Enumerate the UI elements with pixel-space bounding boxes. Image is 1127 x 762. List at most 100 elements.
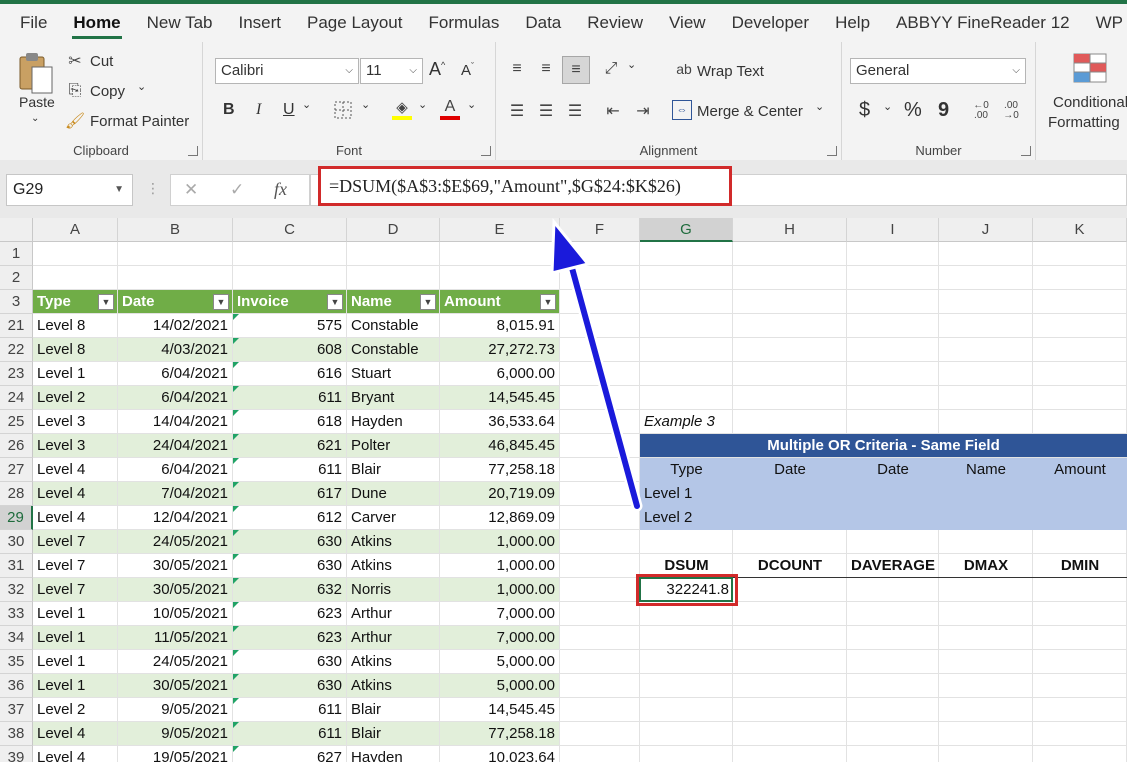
- table-cell[interactable]: 12,869.09: [440, 506, 559, 529]
- row-header-25[interactable]: 25: [0, 410, 33, 434]
- filter-dropdown-icon[interactable]: ▼: [213, 294, 229, 310]
- tab-home[interactable]: Home: [60, 4, 133, 42]
- table-cell[interactable]: 7/04/2021: [118, 482, 232, 505]
- select-all-corner[interactable]: [0, 218, 33, 242]
- table-cell[interactable]: Atkins: [347, 674, 439, 697]
- column-header-g[interactable]: G: [640, 218, 733, 242]
- insert-function-icon[interactable]: fx: [274, 179, 287, 200]
- table-cell[interactable]: 24/05/2021: [118, 650, 232, 673]
- bold-button[interactable]: B: [223, 101, 235, 119]
- table-cell[interactable]: Level 4: [33, 482, 117, 505]
- table-cell[interactable]: 11/05/2021: [118, 626, 232, 649]
- tab-review[interactable]: Review: [574, 4, 656, 42]
- increase-decimal-icon[interactable]: ←0.00: [969, 98, 993, 124]
- tab-abbyy[interactable]: ABBYY FineReader 12: [883, 4, 1083, 42]
- table-cell[interactable]: 575: [233, 314, 346, 337]
- table-cell[interactable]: 616: [233, 362, 346, 385]
- row-header-36[interactable]: 36: [0, 674, 33, 698]
- table-cell[interactable]: Stuart: [347, 362, 439, 385]
- table-cell[interactable]: 77,258.18: [440, 458, 559, 481]
- table-header-amount[interactable]: Amount ▼: [440, 290, 559, 313]
- table-cell[interactable]: Blair: [347, 698, 439, 721]
- table-cell[interactable]: Level 3: [33, 410, 117, 433]
- table-cell[interactable]: 4/03/2021: [118, 338, 232, 361]
- row-header-27[interactable]: 27: [0, 458, 33, 482]
- table-cell[interactable]: 7,000.00: [440, 602, 559, 625]
- table-cell[interactable]: 618: [233, 410, 346, 433]
- filter-dropdown-icon[interactable]: ▼: [327, 294, 343, 310]
- criteria-title[interactable]: Multiple OR Criteria - Same Field: [640, 434, 1127, 457]
- increase-indent-icon[interactable]: ⇥: [632, 100, 654, 122]
- row-header-28[interactable]: 28: [0, 482, 33, 506]
- table-cell[interactable]: Dune: [347, 482, 439, 505]
- currency-button[interactable]: $: [859, 99, 870, 122]
- table-cell[interactable]: 7,000.00: [440, 626, 559, 649]
- table-cell[interactable]: 24/04/2021: [118, 434, 232, 457]
- row-header-39[interactable]: 39: [0, 746, 33, 762]
- italic-button[interactable]: I: [256, 101, 261, 119]
- table-cell[interactable]: Level 1: [33, 626, 117, 649]
- orientation-icon[interactable]: ⤢: [599, 58, 623, 80]
- align-center-icon[interactable]: ☰: [535, 100, 557, 122]
- merge-dropdown-icon[interactable]: ⌄: [815, 100, 824, 113]
- column-header-h[interactable]: H: [733, 218, 847, 242]
- table-cell[interactable]: 627: [233, 746, 346, 762]
- table-header-type[interactable]: Type ▼: [33, 290, 117, 313]
- font-size-combo[interactable]: 11 ⌵: [360, 58, 423, 84]
- table-cell[interactable]: Level 1: [33, 362, 117, 385]
- row-header-32[interactable]: 32: [0, 578, 33, 602]
- table-cell[interactable]: 36,533.64: [440, 410, 559, 433]
- column-header-e[interactable]: E: [440, 218, 560, 242]
- table-cell[interactable]: 630: [233, 554, 346, 577]
- column-header-f[interactable]: F: [560, 218, 640, 242]
- table-cell[interactable]: 12/04/2021: [118, 506, 232, 529]
- tab-insert[interactable]: Insert: [225, 4, 294, 42]
- table-cell[interactable]: 9/05/2021: [118, 698, 232, 721]
- table-cell[interactable]: 46,845.45: [440, 434, 559, 457]
- criteria-header[interactable]: Date: [847, 458, 939, 482]
- table-cell[interactable]: Level 1: [33, 650, 117, 673]
- table-cell[interactable]: 14,545.45: [440, 386, 559, 409]
- table-cell[interactable]: Norris: [347, 578, 439, 601]
- function-header-daverage[interactable]: DAVERAGE: [847, 554, 939, 578]
- table-cell[interactable]: 10,023.64: [440, 746, 559, 762]
- conditional-formatting-button[interactable]: Conditional: [1053, 94, 1127, 111]
- table-cell[interactable]: 1,000.00: [440, 578, 559, 601]
- clipboard-launcher-icon[interactable]: [188, 146, 198, 156]
- paste-dropdown-icon[interactable]: ⌄: [31, 113, 39, 124]
- formula-highlight[interactable]: =DSUM($A$3:$E$69,"Amount",$G$24:$K$26): [318, 166, 732, 206]
- table-cell[interactable]: Atkins: [347, 554, 439, 577]
- table-cell[interactable]: Carver: [347, 506, 439, 529]
- tab-developer[interactable]: Developer: [719, 4, 823, 42]
- row-header-31[interactable]: 31: [0, 554, 33, 578]
- row-header-23[interactable]: 23: [0, 362, 33, 386]
- table-cell[interactable]: Hayden: [347, 746, 439, 762]
- criteria-value[interactable]: Level 2: [640, 506, 733, 530]
- orientation-dropdown-icon[interactable]: ⌄: [627, 58, 636, 71]
- row-header-37[interactable]: 37: [0, 698, 33, 722]
- column-header-a[interactable]: A: [33, 218, 118, 242]
- table-cell[interactable]: Level 4: [33, 458, 117, 481]
- number-format-combo[interactable]: General ⌵: [850, 58, 1026, 84]
- example-label[interactable]: Example 3: [640, 410, 847, 434]
- table-cell[interactable]: Level 2: [33, 386, 117, 409]
- table-cell[interactable]: 6/04/2021: [118, 386, 232, 409]
- function-header-dcount[interactable]: DCOUNT: [733, 554, 847, 578]
- tab-view[interactable]: View: [656, 4, 719, 42]
- tab-help[interactable]: Help: [822, 4, 883, 42]
- filter-dropdown-icon[interactable]: ▼: [540, 294, 556, 310]
- table-cell[interactable]: 617: [233, 482, 346, 505]
- font-launcher-icon[interactable]: [481, 146, 491, 156]
- table-cell[interactable]: 9/05/2021: [118, 722, 232, 745]
- align-right-icon[interactable]: ☰: [564, 100, 586, 122]
- table-cell[interactable]: Level 4: [33, 746, 117, 762]
- decrease-indent-icon[interactable]: ⇤: [602, 100, 624, 122]
- row-header-35[interactable]: 35: [0, 650, 33, 674]
- table-cell[interactable]: 611: [233, 386, 346, 409]
- table-cell[interactable]: 14/02/2021: [118, 314, 232, 337]
- table-cell[interactable]: Atkins: [347, 650, 439, 673]
- align-top-icon[interactable]: ≡: [506, 58, 528, 80]
- tab-formulas[interactable]: Formulas: [415, 4, 512, 42]
- table-cell[interactable]: 611: [233, 722, 346, 745]
- row-header-24[interactable]: 24: [0, 386, 33, 410]
